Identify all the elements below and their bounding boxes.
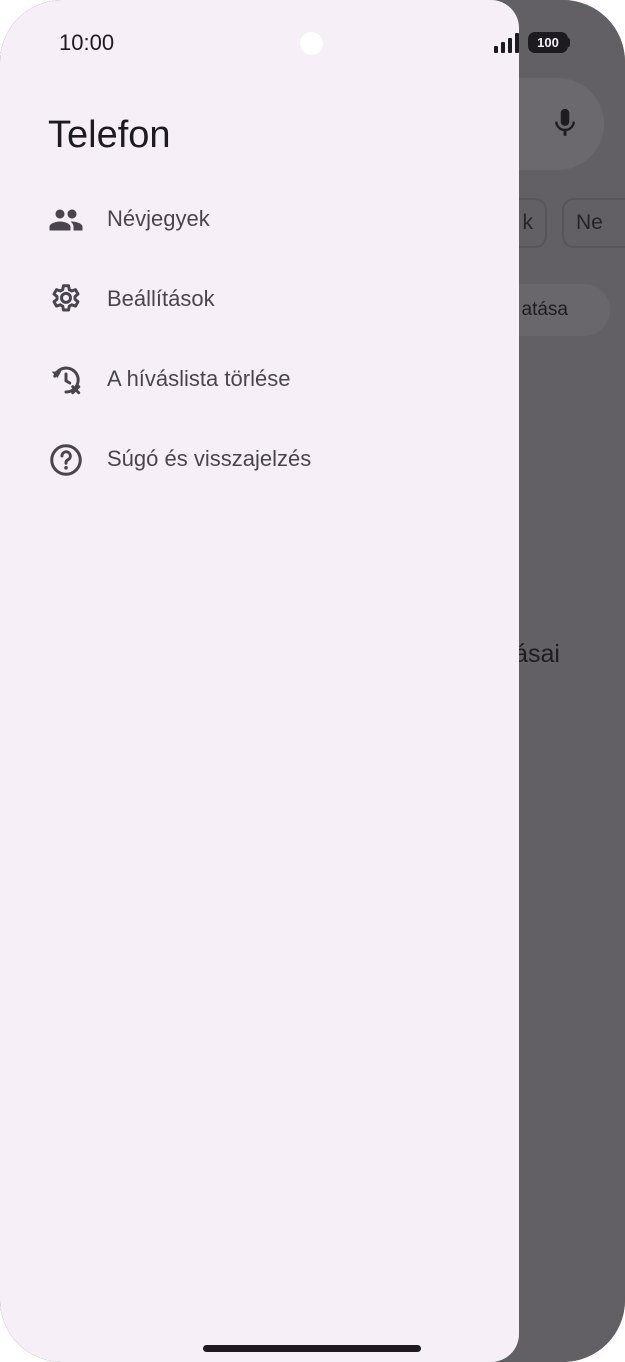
menu-item-label: A híváslista törlése — [107, 366, 291, 391]
drawer-menu: Névjegyek Beállítások A híváslista törlé… — [0, 180, 519, 500]
clear-call-history-icon — [51, 366, 81, 395]
menu-item-help-feedback[interactable]: Súgó és visszajelzés — [0, 420, 519, 500]
battery-icon: 100 — [528, 32, 568, 53]
menu-item-settings[interactable]: Beállítások — [0, 260, 519, 340]
background-filter-chip: Ne — [562, 198, 625, 248]
home-indicator[interactable] — [203, 1345, 421, 1352]
help-icon — [50, 444, 82, 476]
phone-screen: k Ne atása ásai 10:00 100 Telefon Névjeg… — [0, 0, 625, 1362]
menu-item-label: Súgó és visszajelzés — [107, 446, 312, 471]
menu-item-label: Beállítások — [107, 286, 215, 311]
battery-tip — [567, 38, 570, 47]
menu-item-contacts[interactable]: Névjegyek — [0, 180, 519, 260]
menu-item-label: Névjegyek — [107, 206, 210, 231]
navigation-drawer: 10:00 100 Telefon Névjegyek Beállítások … — [0, 0, 570, 1362]
mic-icon — [555, 108, 575, 136]
contacts-icon — [49, 209, 83, 231]
signal-icon — [494, 33, 519, 53]
status-time: 10:00 — [59, 30, 115, 55]
settings-icon — [52, 284, 80, 312]
menu-item-clear-call-history[interactable]: A híváslista törlése — [0, 340, 519, 420]
drawer-title: Telefon — [48, 114, 171, 156]
camera-cutout — [300, 32, 323, 55]
